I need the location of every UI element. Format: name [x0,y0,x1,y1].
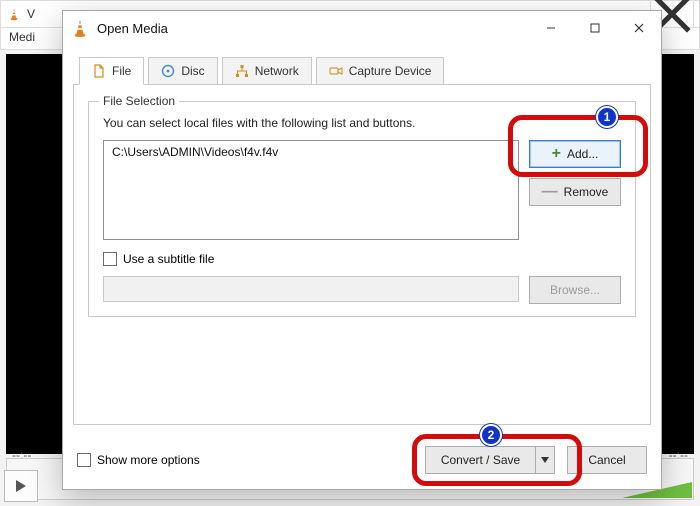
add-button[interactable]: + Add... [529,140,621,168]
more-options-checkbox[interactable] [77,453,91,467]
subtitle-path-input [103,276,519,302]
open-media-dialog: Open Media File Disc Network Capture Dev [62,10,662,490]
convert-save-button[interactable]: Convert / Save [425,446,535,474]
network-icon [235,64,249,78]
remove-button[interactable]: — Remove [529,178,621,206]
play-button[interactable] [4,470,38,502]
close-button[interactable] [617,11,661,45]
tab-file[interactable]: File [79,57,144,85]
more-options-label[interactable]: Show more options [97,453,200,467]
maximize-button[interactable] [573,11,617,45]
dialog-titlebar[interactable]: Open Media [63,11,661,45]
subtitle-checkbox[interactable] [103,252,117,266]
disc-icon [161,64,175,78]
convert-save-caret[interactable] [535,446,555,474]
add-button-label: Add... [567,147,598,161]
file-selection-hint: You can select local files with the foll… [103,116,621,130]
tab-disc-label: Disc [181,64,204,78]
convert-save-split-button[interactable]: Convert / Save [425,446,555,474]
cancel-label: Cancel [588,453,625,467]
annotation-badge-1: 1 [596,106,618,128]
vlc-cone-icon [71,19,89,37]
file-selection-group: File Selection You can select local file… [88,101,636,317]
tab-capture-label: Capture Device [349,64,432,78]
minus-icon: — [542,183,558,201]
subtitle-checkbox-label[interactable]: Use a subtitle file [123,252,214,266]
annotation-badge-2: 2 [480,424,502,446]
tab-body-file: File Selection You can select local file… [73,85,651,425]
file-icon [92,64,106,78]
file-list-item[interactable]: C:\Users\ADMIN\Videos\f4v.f4v [104,141,518,163]
tab-strip: File Disc Network Capture Device [73,55,651,85]
dialog-title: Open Media [97,21,168,36]
main-title: V [27,7,35,21]
menu-media-truncated[interactable]: Medi [9,30,35,44]
cancel-button[interactable]: Cancel [567,446,647,474]
file-selection-legend: File Selection [99,94,179,108]
tab-capture[interactable]: Capture Device [316,57,445,85]
dialog-footer: Show more options Convert / Save Cancel [77,443,647,477]
plus-icon: + [552,145,561,163]
minimize-button[interactable] [529,11,573,45]
convert-save-label: Convert / Save [441,453,520,467]
tab-network-label: Network [255,64,299,78]
remove-button-label: Remove [564,185,609,199]
tab-disc[interactable]: Disc [148,57,217,85]
vlc-cone-icon [7,7,21,21]
capture-icon [329,64,343,78]
browse-button-label: Browse... [550,283,600,297]
browse-button: Browse... [529,276,621,304]
file-list[interactable]: C:\Users\ADMIN\Videos\f4v.f4v [103,140,519,240]
tab-file-label: File [112,64,131,78]
tab-network[interactable]: Network [222,57,312,85]
